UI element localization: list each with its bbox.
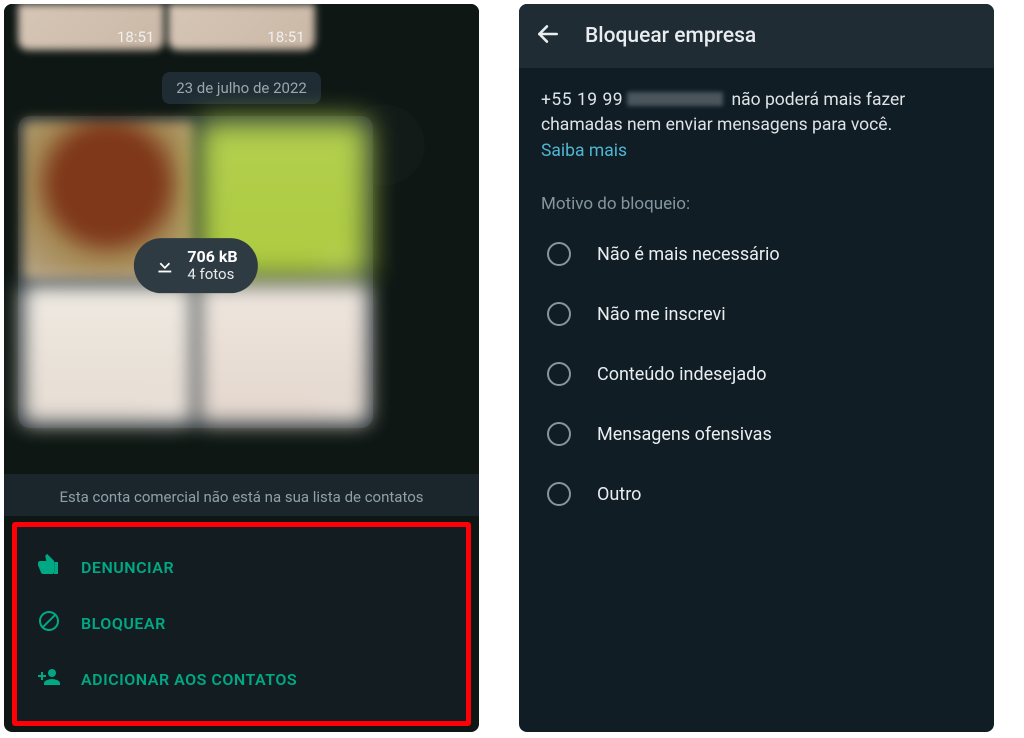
reason-option[interactable]: Outro <box>541 464 972 524</box>
appbar: Bloquear empresa <box>519 4 994 68</box>
reason-label: Não é mais necessário <box>597 244 780 265</box>
add-contact-label: ADICIONAR AOS CONTATOS <box>81 670 297 689</box>
media-album[interactable]: 19:47 19:47 19:47 706 kB 4 fotos <box>18 116 373 428</box>
business-notice: Esta conta comercial não está na sua lis… <box>4 474 479 516</box>
date-divider: 23 de julho de 2022 <box>162 72 321 104</box>
chat-background: 18:51 18:51 23 de julho de 2022 19:47 19… <box>4 4 479 474</box>
reason-title: Motivo do bloqueio: <box>541 194 972 214</box>
block-label: BLOQUEAR <box>81 614 166 633</box>
reason-option[interactable]: Não é mais necessário <box>541 224 972 284</box>
page-title: Bloquear empresa <box>585 24 756 48</box>
media-thumbnail[interactable]: 18:51 <box>18 4 164 50</box>
add-contact-button[interactable]: ADICIONAR AOS CONTATOS <box>29 651 454 707</box>
timestamp: 18:51 <box>117 28 154 46</box>
phone-number-prefix: +55 19 99 <box>541 90 623 110</box>
block-description: +55 19 99 não poderá mais fazer chamadas… <box>541 88 972 164</box>
block-button[interactable]: BLOQUEAR <box>29 595 454 651</box>
timestamp: 19:47 <box>322 400 359 418</box>
reason-option[interactable]: Mensagens ofensivas <box>541 404 972 464</box>
download-size: 706 kB <box>187 247 237 266</box>
reason-option[interactable]: Não me inscrevi <box>541 284 972 344</box>
back-icon[interactable] <box>535 21 561 51</box>
reason-option[interactable]: Conteúdo indesejado <box>541 344 972 404</box>
radio-icon <box>547 242 571 266</box>
download-info: 706 kB 4 fotos <box>187 248 237 284</box>
block-business-screen: Bloquear empresa +55 19 99 não poderá ma… <box>519 4 994 732</box>
thumbs-down-icon <box>37 553 61 581</box>
download-count: 4 fotos <box>187 265 234 283</box>
timestamp: 18:51 <box>267 28 304 46</box>
timestamp: 19:47 <box>146 400 183 418</box>
learn-more-link[interactable]: Saiba mais <box>541 141 627 161</box>
radio-icon <box>547 302 571 326</box>
report-label: DENUNCIAR <box>81 558 174 577</box>
radio-icon <box>547 482 571 506</box>
redacted-number <box>627 92 723 106</box>
previous-media-row: 18:51 18:51 <box>4 4 479 54</box>
download-icon <box>153 253 175 279</box>
block-icon <box>37 609 61 637</box>
business-actions-highlight: DENUNCIAR BLOQUEAR ADICIONAR AOS CONTATO… <box>12 522 471 726</box>
album-photo[interactable]: 19:47 <box>22 284 194 424</box>
chat-screen: 18:51 18:51 23 de julho de 2022 19:47 19… <box>4 4 479 732</box>
timestamp: 19:47 <box>322 256 359 274</box>
add-person-icon <box>37 665 61 693</box>
radio-icon <box>547 422 571 446</box>
reason-list: Não é mais necessário Não me inscrevi Co… <box>541 224 972 524</box>
reason-label: Outro <box>597 484 641 505</box>
reason-label: Não me inscrevi <box>597 304 726 325</box>
album-photo[interactable]: 19:47 <box>198 284 370 424</box>
radio-icon <box>547 362 571 386</box>
reason-label: Conteúdo indesejado <box>597 364 767 385</box>
report-button[interactable]: DENUNCIAR <box>29 539 454 595</box>
media-thumbnail[interactable]: 18:51 <box>168 4 314 50</box>
download-pill[interactable]: 706 kB 4 fotos <box>133 238 257 294</box>
reason-label: Mensagens ofensivas <box>597 424 772 445</box>
